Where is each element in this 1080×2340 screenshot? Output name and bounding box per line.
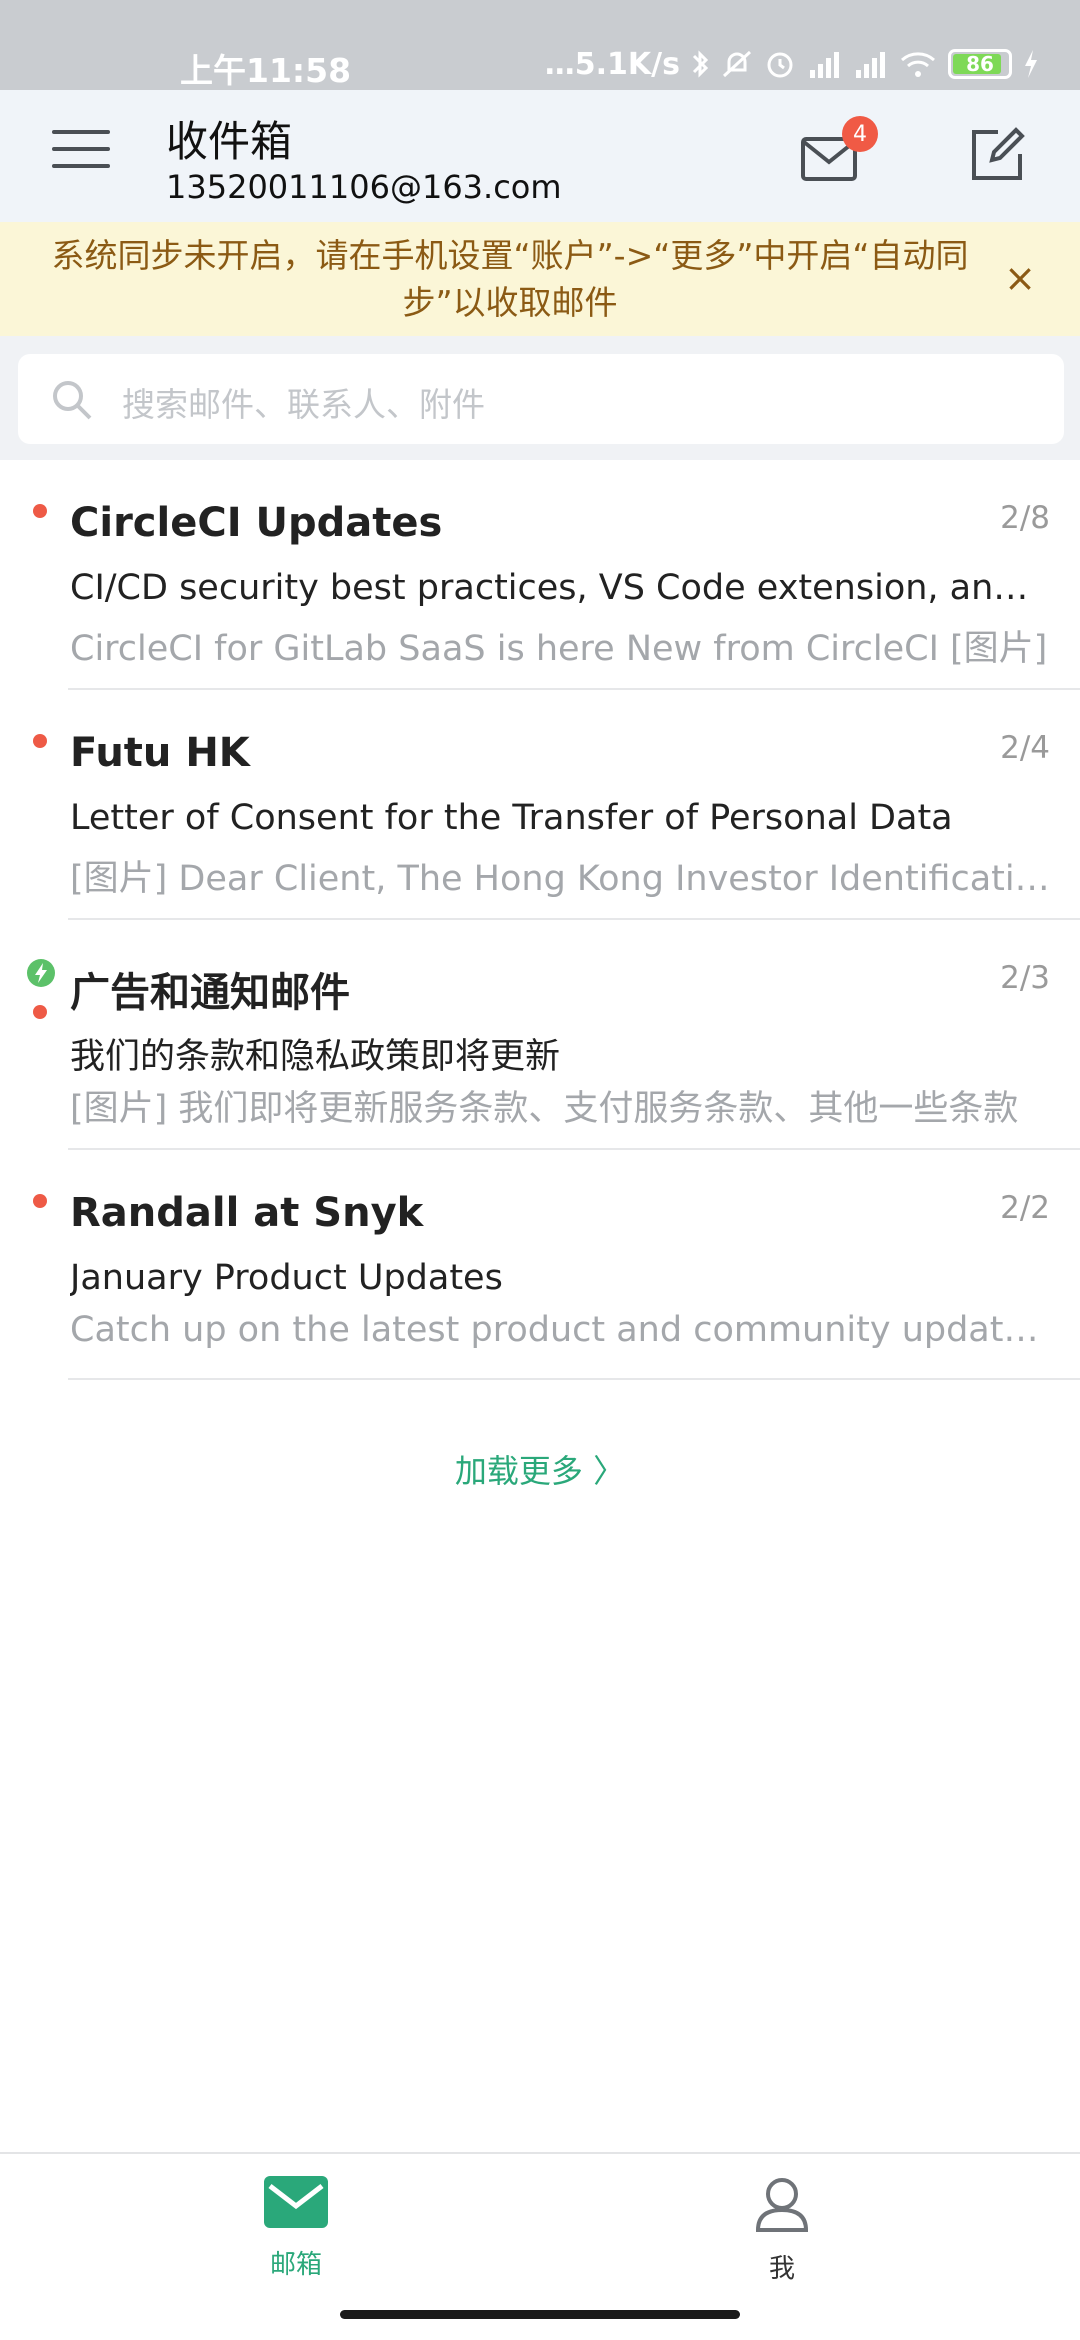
mail-item[interactable]: Randall at Snyk 2/2 January Product Upda… <box>0 1150 1080 1380</box>
tab-me[interactable]: 我 <box>702 2174 862 2285</box>
sync-notice-banner: 系统同步未开启，请在手机设置“账户”->“更多”中开启“自动同步”以收取邮件 × <box>0 222 1080 336</box>
page-title: 收件箱 <box>166 117 293 166</box>
search-area: 搜索邮件、联系人、附件 <box>0 336 1080 460</box>
person-icon <box>755 2178 809 2232</box>
mail-preview: [图片] Dear Client, The Hong Kong Investor… <box>70 859 1050 899</box>
mail-app-screen: 上午11:58 …5.1K/s 86 收件箱 13520011106@163.c… <box>0 0 1080 2340</box>
flash-icon <box>27 959 55 987</box>
mute-bell-icon <box>722 50 752 78</box>
compose-icon <box>972 127 1025 180</box>
mail-sender: 广告和通知邮件 <box>70 970 350 1016</box>
account-email[interactable]: 13520011106@163.com <box>166 168 562 206</box>
unread-dot <box>33 734 47 748</box>
signal-icon-2 <box>856 52 885 78</box>
home-indicator[interactable] <box>340 2310 740 2319</box>
search-input[interactable]: 搜索邮件、联系人、附件 <box>18 354 1064 444</box>
mail-preview: Catch up on the latest product and commu… <box>70 1310 1050 1350</box>
battery-level: 86 <box>966 52 994 76</box>
alarm-icon <box>767 52 793 78</box>
mail-list: CircleCI Updates 2/8 CI/CD security best… <box>0 460 1080 1380</box>
mail-subject: Letter of Consent for the Transfer of Pe… <box>70 798 953 838</box>
inbox-header: 收件箱 13520011106@163.com 4 <box>0 90 1080 222</box>
unread-mail-button[interactable]: 4 <box>800 116 878 186</box>
mail-date: 2/8 <box>1000 500 1050 536</box>
tab-mailbox-label: 邮箱 <box>269 2250 322 2280</box>
status-time: 上午11:58 <box>180 51 352 90</box>
mail-sender: CircleCI Updates <box>70 500 443 546</box>
mail-date: 2/2 <box>1000 1190 1050 1226</box>
status-icons: …5.1K/s 86 <box>545 44 1040 84</box>
mail-sender: Futu HK <box>70 730 250 776</box>
mail-item[interactable]: CircleCI Updates 2/8 CI/CD security best… <box>0 460 1080 690</box>
menu-icon[interactable] <box>52 130 110 180</box>
mail-date: 2/4 <box>1000 730 1050 766</box>
unread-badge: 4 <box>842 116 878 152</box>
signal-icon-1 <box>810 52 839 78</box>
mail-subject: CI/CD security best practices, VS Code e… <box>70 568 1030 608</box>
network-speed-value: 5.1K/s <box>574 46 680 82</box>
mail-subject: 我们的条款和隐私政策即将更新 <box>70 1037 561 1077</box>
charging-icon <box>1025 50 1037 78</box>
battery-icon: 86 <box>948 49 1012 79</box>
close-icon[interactable]: × <box>1000 258 1040 298</box>
unread-dot <box>33 1194 47 1208</box>
mail-item[interactable]: 广告和通知邮件 2/3 我们的条款和隐私政策即将更新 [图片] 我们即将更新服务… <box>0 920 1080 1150</box>
mail-item[interactable]: Futu HK 2/4 Letter of Consent for the Tr… <box>0 690 1080 920</box>
mail-preview: CircleCI for GitLab SaaS is here New fro… <box>70 629 1048 669</box>
unread-dot <box>33 504 47 518</box>
tab-mailbox[interactable]: 邮箱 <box>216 2174 376 2281</box>
network-speed: …5.1K/s <box>544 46 680 82</box>
status-bar: 上午11:58 …5.1K/s 86 <box>0 0 1080 90</box>
search-placeholder: 搜索邮件、联系人、附件 <box>122 385 485 424</box>
sync-notice-text: 系统同步未开启，请在手机设置“账户”->“更多”中开启“自动同步”以收取邮件 <box>51 236 969 322</box>
bluetooth-icon <box>692 50 709 78</box>
compose-button[interactable] <box>968 126 1026 184</box>
mail-sender: Randall at Snyk <box>70 1190 424 1236</box>
load-more-link[interactable]: 加载更多 〉 <box>0 1446 1080 1492</box>
mailbox-icon <box>264 2176 328 2228</box>
unread-dot <box>33 1005 47 1019</box>
search-icon <box>53 381 92 420</box>
mail-preview: [图片] 我们即将更新服务条款、支付服务条款、其他一些条款 <box>70 1089 1019 1129</box>
wifi-icon <box>901 52 935 77</box>
mail-date: 2/3 <box>1000 960 1050 996</box>
mail-subject: January Product Updates <box>70 1258 503 1298</box>
tab-me-label: 我 <box>768 2254 795 2284</box>
